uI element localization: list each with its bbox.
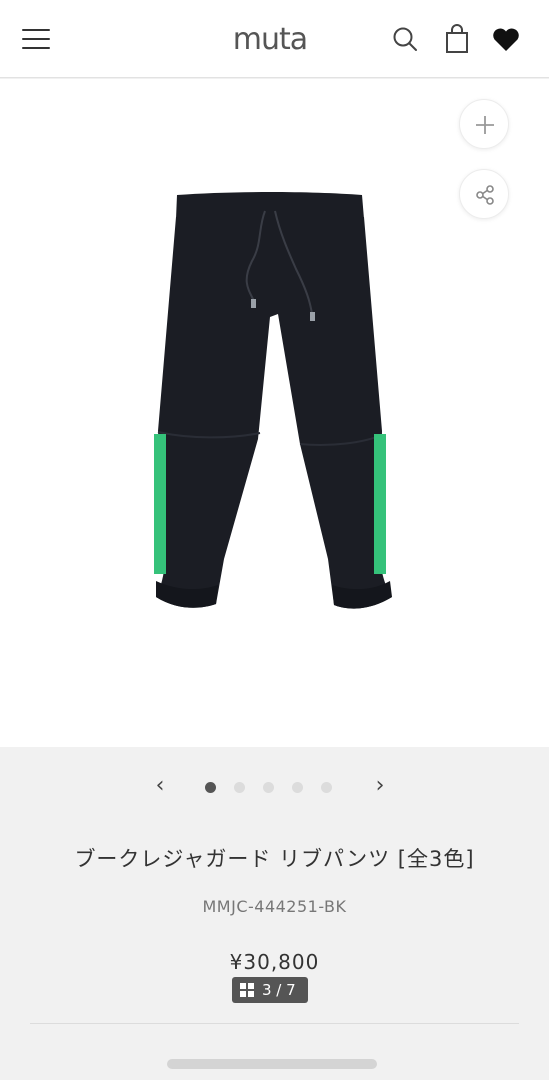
heart-icon[interactable] — [489, 22, 523, 56]
plus-icon — [476, 116, 494, 134]
product-title: ブークレジャガード リブパンツ [全3色] — [74, 847, 475, 871]
grid-icon — [240, 983, 254, 997]
divider — [30, 1023, 519, 1024]
zoom-button[interactable] — [459, 99, 509, 149]
shopping-bag-icon[interactable] — [440, 22, 474, 56]
carousel-dot[interactable] — [321, 782, 332, 793]
carousel-dot[interactable] — [234, 782, 245, 793]
image-counter-badge[interactable]: 3 / 7 — [232, 977, 308, 1003]
image-carousel-nav: ‹ › — [140, 772, 410, 802]
product-sku: MMJC-444251-BK — [202, 897, 347, 916]
share-button[interactable] — [459, 169, 509, 219]
product-price: ¥30,800 — [229, 950, 320, 974]
home-indicator[interactable] — [167, 1059, 377, 1069]
next-image-button[interactable]: › — [365, 772, 395, 802]
site-header: muta — [0, 0, 549, 78]
menu-icon[interactable] — [20, 25, 52, 53]
share-icon — [476, 185, 494, 205]
carousel-dot[interactable] — [292, 782, 303, 793]
image-counter-text: 3 / 7 — [262, 981, 296, 999]
prev-image-button[interactable]: ‹ — [145, 772, 175, 802]
product-image — [154, 192, 392, 609]
search-icon[interactable] — [388, 22, 422, 56]
site-logo[interactable]: muta — [210, 22, 330, 58]
carousel-dot[interactable] — [263, 782, 274, 793]
product-image-area[interactable] — [0, 79, 549, 747]
carousel-dot[interactable] — [205, 782, 216, 793]
